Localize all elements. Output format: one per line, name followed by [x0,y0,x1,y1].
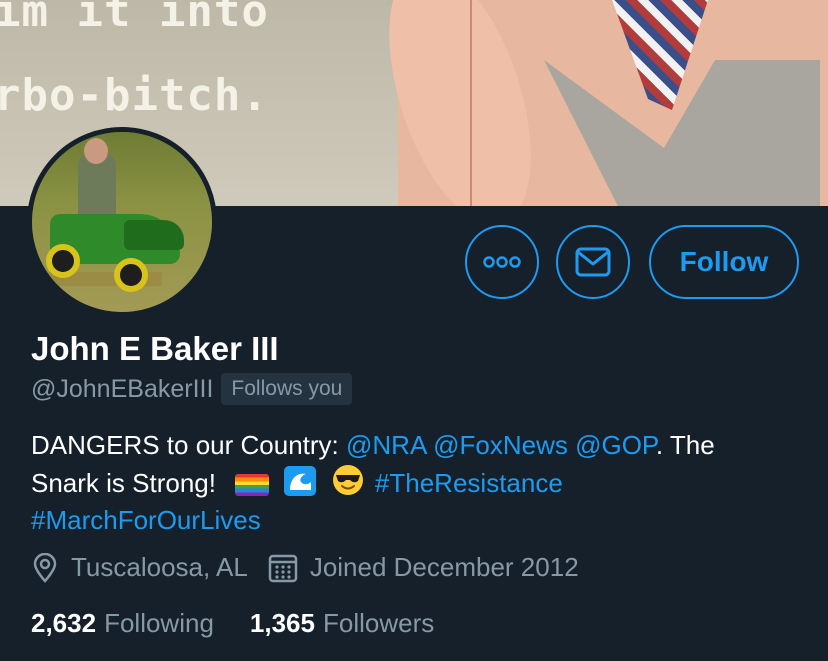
envelope-icon [575,247,611,277]
joined-text: Joined December 2012 [309,552,579,582]
profile-avatar[interactable] [27,127,217,317]
follows-you-badge: Follows you [221,373,353,405]
mention-foxnews-link[interactable]: @FoxNews [433,430,568,460]
location-item: Tuscaloosa, AL [31,552,248,583]
more-options-button[interactable] [465,225,539,299]
hashtag-resistance-link[interactable]: #TheResistance [375,468,563,498]
wave-icon [284,466,317,496]
message-button[interactable] [556,225,630,299]
hashtag-march-link[interactable]: #MarchForOurLives [31,505,261,535]
followers-link[interactable]: 1,365 Followers [250,608,434,639]
follow-button[interactable]: Follow [649,225,799,299]
handle-row: @JohnEBakerIII Follows you [31,373,353,405]
avatar-head [84,138,108,164]
mention-gop-link[interactable]: @GOP [575,430,656,460]
calendar-icon [268,554,298,582]
banner-outline [470,0,472,206]
avatar-mower-hood [124,220,184,250]
banner-caption-line2: rbo-bitch. [0,70,269,121]
followers-count: 1,365 [249,608,315,638]
following-link[interactable]: 2,632 Following [31,608,214,639]
bio-text: Snark is Strong! [31,468,216,498]
mention-nra-link[interactable]: @NRA [346,430,426,460]
location-text: Tuscaloosa, AL [71,552,248,582]
bio-text: DANGERS to our Country: [31,430,346,460]
location-pin-icon [33,552,57,583]
profile-meta: Tuscaloosa, AL Joined December 2012 [31,552,599,583]
following-label: Following [104,608,214,638]
joined-item: Joined December 2012 [268,552,579,583]
bio-text: . The [655,430,715,460]
banner-caption-line1: im it into [0,0,269,37]
display-name: John E Baker III [31,330,279,367]
rainbow-flag-icon [235,474,270,496]
avatar-wheel [46,244,80,278]
profile-bio: DANGERS to our Country: @NRA @FoxNews @G… [31,427,801,539]
avatar-wheel [114,258,148,292]
more-dots-icon [483,256,521,268]
follow-counts: 2,632 Following 1,365 Followers [31,608,470,639]
following-count: 2,632 [31,608,97,638]
followers-label: Followers [322,608,435,638]
user-handle: @JohnEBakerIII [31,374,214,403]
sunglasses-face-icon [332,465,363,495]
